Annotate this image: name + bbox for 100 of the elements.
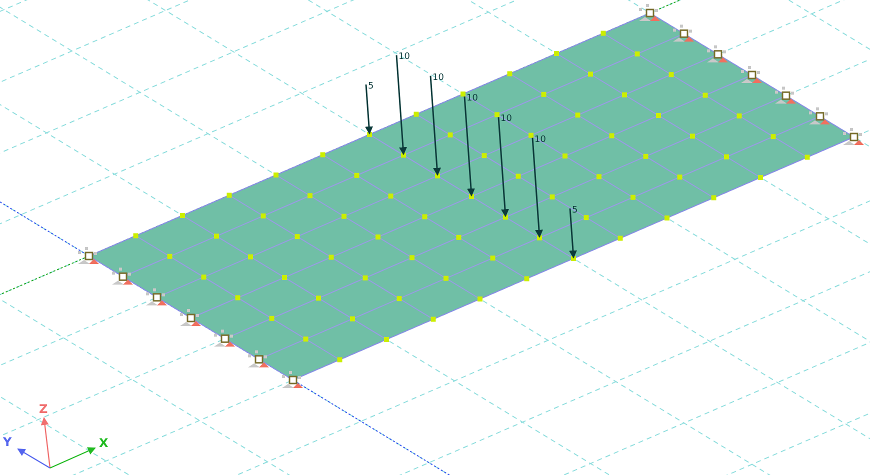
node-marker: [430, 316, 436, 322]
support-icon: [843, 128, 864, 145]
node-marker: [460, 92, 466, 96]
node-marker: [456, 234, 462, 240]
support-icon: [775, 86, 796, 104]
node-marker: [630, 194, 636, 200]
node-marker: [308, 193, 312, 198]
node-marker: [444, 276, 448, 281]
node-marker: [503, 214, 508, 220]
node-marker: [226, 192, 232, 198]
node-marker: [180, 213, 185, 218]
node-marker: [541, 92, 546, 97]
node-marker: [758, 175, 763, 180]
support-icon: [78, 247, 99, 264]
support-icon: [673, 24, 694, 42]
node-marker: [167, 254, 172, 259]
node-marker: [596, 174, 602, 180]
node-marker: [575, 112, 580, 118]
node-marker: [562, 154, 568, 158]
node-marker: [260, 213, 266, 218]
support-icon: [180, 309, 201, 326]
node-marker: [214, 234, 219, 239]
node-marker: [274, 172, 278, 178]
support-icon: [112, 268, 133, 285]
node-marker: [396, 296, 402, 302]
node-marker: [316, 296, 321, 301]
load-value-label: 5: [572, 206, 578, 216]
node-marker: [362, 275, 368, 280]
node-marker: [494, 112, 500, 118]
node-marker: [690, 134, 695, 139]
node-marker: [482, 153, 487, 158]
node-marker: [328, 254, 334, 260]
load-value-label: 10: [534, 134, 546, 145]
node-marker: [588, 72, 593, 77]
y-axis-label: Y: [3, 435, 12, 449]
load-arrow: [365, 84, 373, 134]
node-marker: [384, 337, 389, 342]
node-marker: [422, 214, 428, 220]
node-marker: [303, 336, 308, 342]
support-icon: [809, 107, 830, 124]
node-marker: [248, 254, 253, 260]
node-marker: [469, 194, 474, 199]
node-marker: [770, 134, 776, 140]
node-marker: [622, 92, 627, 98]
node-marker: [354, 172, 360, 178]
z-axis-label: Z: [39, 402, 48, 416]
node-marker: [507, 71, 512, 76]
load-value-label: 10: [432, 72, 444, 83]
node-marker: [618, 236, 623, 241]
support-icon: [214, 330, 235, 347]
x-axis-arrow: [50, 447, 96, 469]
node-marker: [435, 173, 440, 178]
node-marker: [609, 133, 614, 138]
y-axis-arrow: [17, 448, 50, 469]
node-marker: [554, 51, 559, 56]
node-marker: [664, 216, 670, 220]
node-marker: [448, 132, 453, 138]
node-marker: [282, 275, 287, 280]
node-marker: [342, 214, 346, 219]
support-icon: [639, 4, 660, 21]
node-marker: [677, 174, 682, 180]
node-marker: [600, 30, 606, 36]
node-marker: [804, 154, 810, 160]
node-marker: [550, 194, 555, 200]
z-axis-arrow: [40, 417, 51, 468]
node-marker: [320, 152, 326, 158]
node-marker: [478, 296, 482, 302]
node-marker: [401, 152, 406, 158]
node-marker: [702, 92, 708, 98]
node-marker: [410, 255, 414, 260]
node-marker: [414, 112, 419, 117]
load-value-label: 10: [466, 94, 478, 104]
node-marker: [350, 316, 355, 322]
node-marker: [490, 256, 496, 261]
node-marker: [376, 234, 380, 240]
node-marker: [294, 234, 300, 240]
node-marker: [571, 256, 576, 261]
node-marker: [634, 51, 640, 56]
load-value-label: 5: [368, 82, 374, 92]
node-marker: [537, 235, 542, 240]
load-value-label: 10: [398, 52, 410, 62]
load-value-label: 10: [500, 114, 512, 124]
support-icon: [707, 45, 728, 62]
node-marker: [528, 132, 534, 138]
node-marker: [235, 295, 240, 300]
x-axis-label: X: [99, 436, 108, 450]
node-marker: [524, 276, 530, 282]
node-marker: [584, 215, 589, 220]
node-marker: [201, 274, 206, 280]
node-marker: [516, 174, 521, 179]
node-marker: [269, 316, 274, 321]
support-icon: [282, 371, 303, 388]
support-icon: [741, 66, 762, 83]
node-marker: [337, 357, 342, 362]
node-marker: [367, 132, 372, 137]
node-marker: [133, 233, 138, 238]
node-marker: [724, 154, 729, 160]
support-icon: [146, 288, 167, 306]
node-marker: [643, 154, 648, 159]
node-marker: [711, 195, 716, 200]
